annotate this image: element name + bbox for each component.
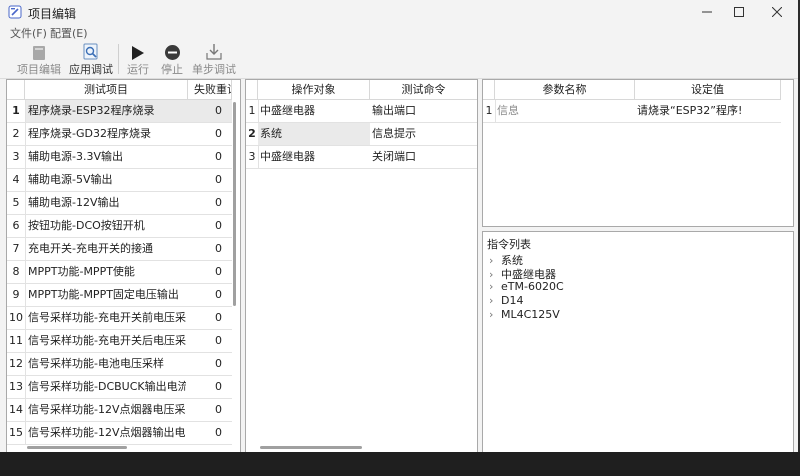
table-row[interactable]: 1 信息 请烧录“ESP32”程序! bbox=[483, 100, 781, 123]
table-row[interactable]: 1 中盛继电器 输出端口 bbox=[246, 100, 477, 123]
corner-header bbox=[483, 80, 495, 100]
table-row[interactable]: 3 中盛继电器 关闭端口 bbox=[246, 146, 477, 169]
step-icon bbox=[192, 42, 236, 61]
table-row[interactable]: 7 充电开关-充电开关的接通 0 bbox=[7, 238, 232, 261]
project-edit-icon bbox=[16, 42, 62, 61]
tree-item-d14[interactable]: › D14 bbox=[489, 294, 523, 308]
table-row[interactable]: 8 MPPT功能-MPPT使能 0 bbox=[7, 261, 232, 284]
apply-debug-button[interactable]: 应用调试 bbox=[68, 42, 114, 76]
toolbar-divider bbox=[118, 44, 119, 74]
horizontal-scrollbar[interactable] bbox=[260, 446, 362, 449]
command-list-title: 指令列表 bbox=[487, 238, 531, 251]
stop-button[interactable]: 停止 bbox=[158, 42, 186, 76]
tree-item-relay[interactable]: › 中盛继电器 bbox=[489, 266, 556, 281]
table-row[interactable]: 9 MPPT功能-MPPT固定电压输出 0 bbox=[7, 284, 232, 307]
corner-header bbox=[246, 80, 258, 100]
step-debug-button[interactable]: 单步调试 bbox=[192, 42, 236, 76]
column-header-test-item[interactable]: 测试项目 bbox=[25, 80, 188, 100]
horizontal-scrollbar[interactable] bbox=[27, 446, 127, 449]
chevron-right-icon: › bbox=[489, 294, 494, 307]
project-edit-button[interactable]: 项目编辑 bbox=[16, 42, 62, 76]
table-row[interactable]: 6 按钮功能-DCO按钮开机 0 bbox=[7, 215, 232, 238]
menu-config[interactable]: 配置(E) bbox=[50, 25, 88, 41]
stop-label: 停止 bbox=[161, 63, 183, 76]
table-row[interactable]: 10 信号采样功能-充电开关前电压采样 0 bbox=[7, 307, 232, 330]
table-row[interactable]: 15 信号采样功能-12V点烟器输出电流... 0 bbox=[7, 422, 232, 445]
menu-file[interactable]: 文件(F) bbox=[10, 25, 47, 41]
column-header-target[interactable]: 操作对象 bbox=[258, 80, 370, 100]
app-icon bbox=[8, 5, 22, 19]
project-edit-label: 项目编辑 bbox=[17, 63, 61, 76]
maximize-button[interactable] bbox=[722, 0, 756, 24]
command-list-panel: 指令列表 › 系统 › 中盛继电器 › eTM-6020C › D14 › ML4C125… bbox=[482, 231, 794, 453]
column-header-command[interactable]: 测试命令 bbox=[370, 80, 477, 100]
run-button[interactable]: 运行 bbox=[124, 42, 152, 76]
toolbar: 项目编辑 应用调试 运行 停止 单步调试 bbox=[0, 40, 798, 79]
table-row[interactable]: 12 信号采样功能-电池电压采样 0 bbox=[7, 353, 232, 376]
table-row[interactable]: 5 辅助电源-12V输出 0 bbox=[7, 192, 232, 215]
minimize-button[interactable] bbox=[690, 0, 724, 24]
window-title: 项目编辑 bbox=[28, 7, 77, 21]
table-row[interactable]: 3 辅助电源-3.3V输出 0 bbox=[7, 146, 232, 169]
table-row[interactable]: 11 信号采样功能-充电开关后电压采样 0 bbox=[7, 330, 232, 353]
tree-item-ml4c[interactable]: › ML4C125V bbox=[489, 308, 560, 322]
background-strip bbox=[0, 452, 800, 476]
table-row[interactable]: 2 程序烧录-GD32程序烧录 0 bbox=[7, 123, 232, 146]
app-window: 项目编辑 文件(F) 配置(E) 项目编辑 应用调试 运行 停止 单步调试 测试… bbox=[0, 0, 798, 453]
chevron-right-icon: › bbox=[489, 280, 494, 293]
column-header-retry[interactable]: 失败重试 bbox=[188, 80, 232, 100]
play-icon bbox=[124, 42, 152, 61]
table-row[interactable]: 2 系统 信息提示 bbox=[246, 123, 477, 146]
test-items-table: 测试项目 失败重试 1 程序烧录-ESP32程序烧录 0 2 程序烧录-GD32… bbox=[6, 79, 241, 453]
menu-bar: 文件(F) 配置(E) bbox=[0, 24, 798, 40]
corner-header bbox=[7, 80, 25, 100]
tree-item-etm[interactable]: › eTM-6020C bbox=[489, 280, 564, 294]
table-row[interactable]: 1 程序烧录-ESP32程序烧录 0 bbox=[7, 100, 232, 123]
chevron-right-icon: › bbox=[489, 308, 494, 321]
column-header-param-value[interactable]: 设定值 bbox=[635, 80, 781, 100]
vertical-scrollbar[interactable] bbox=[233, 102, 236, 306]
step-debug-label: 单步调试 bbox=[192, 63, 236, 76]
run-label: 运行 bbox=[127, 63, 149, 76]
operations-table: 操作对象 测试命令 1 中盛继电器 输出端口 2 系统 信息提示 3 中盛继电器… bbox=[245, 79, 478, 453]
tree-item-system[interactable]: › 系统 bbox=[489, 252, 523, 267]
debug-icon bbox=[68, 42, 114, 61]
title-bar[interactable]: 项目编辑 bbox=[0, 0, 798, 24]
column-header-param-name[interactable]: 参数名称 bbox=[495, 80, 635, 100]
stop-icon bbox=[158, 42, 186, 61]
table-row[interactable]: 14 信号采样功能-12V点烟器电压采样 0 bbox=[7, 399, 232, 422]
close-button[interactable] bbox=[760, 0, 794, 24]
parameters-table: 参数名称 设定值 1 信息 请烧录“ESP32”程序! bbox=[482, 79, 794, 227]
table-row[interactable]: 13 信号采样功能-DCBUCK输出电流... 0 bbox=[7, 376, 232, 399]
apply-debug-label: 应用调试 bbox=[69, 63, 113, 76]
table-row[interactable]: 4 辅助电源-5V输出 0 bbox=[7, 169, 232, 192]
